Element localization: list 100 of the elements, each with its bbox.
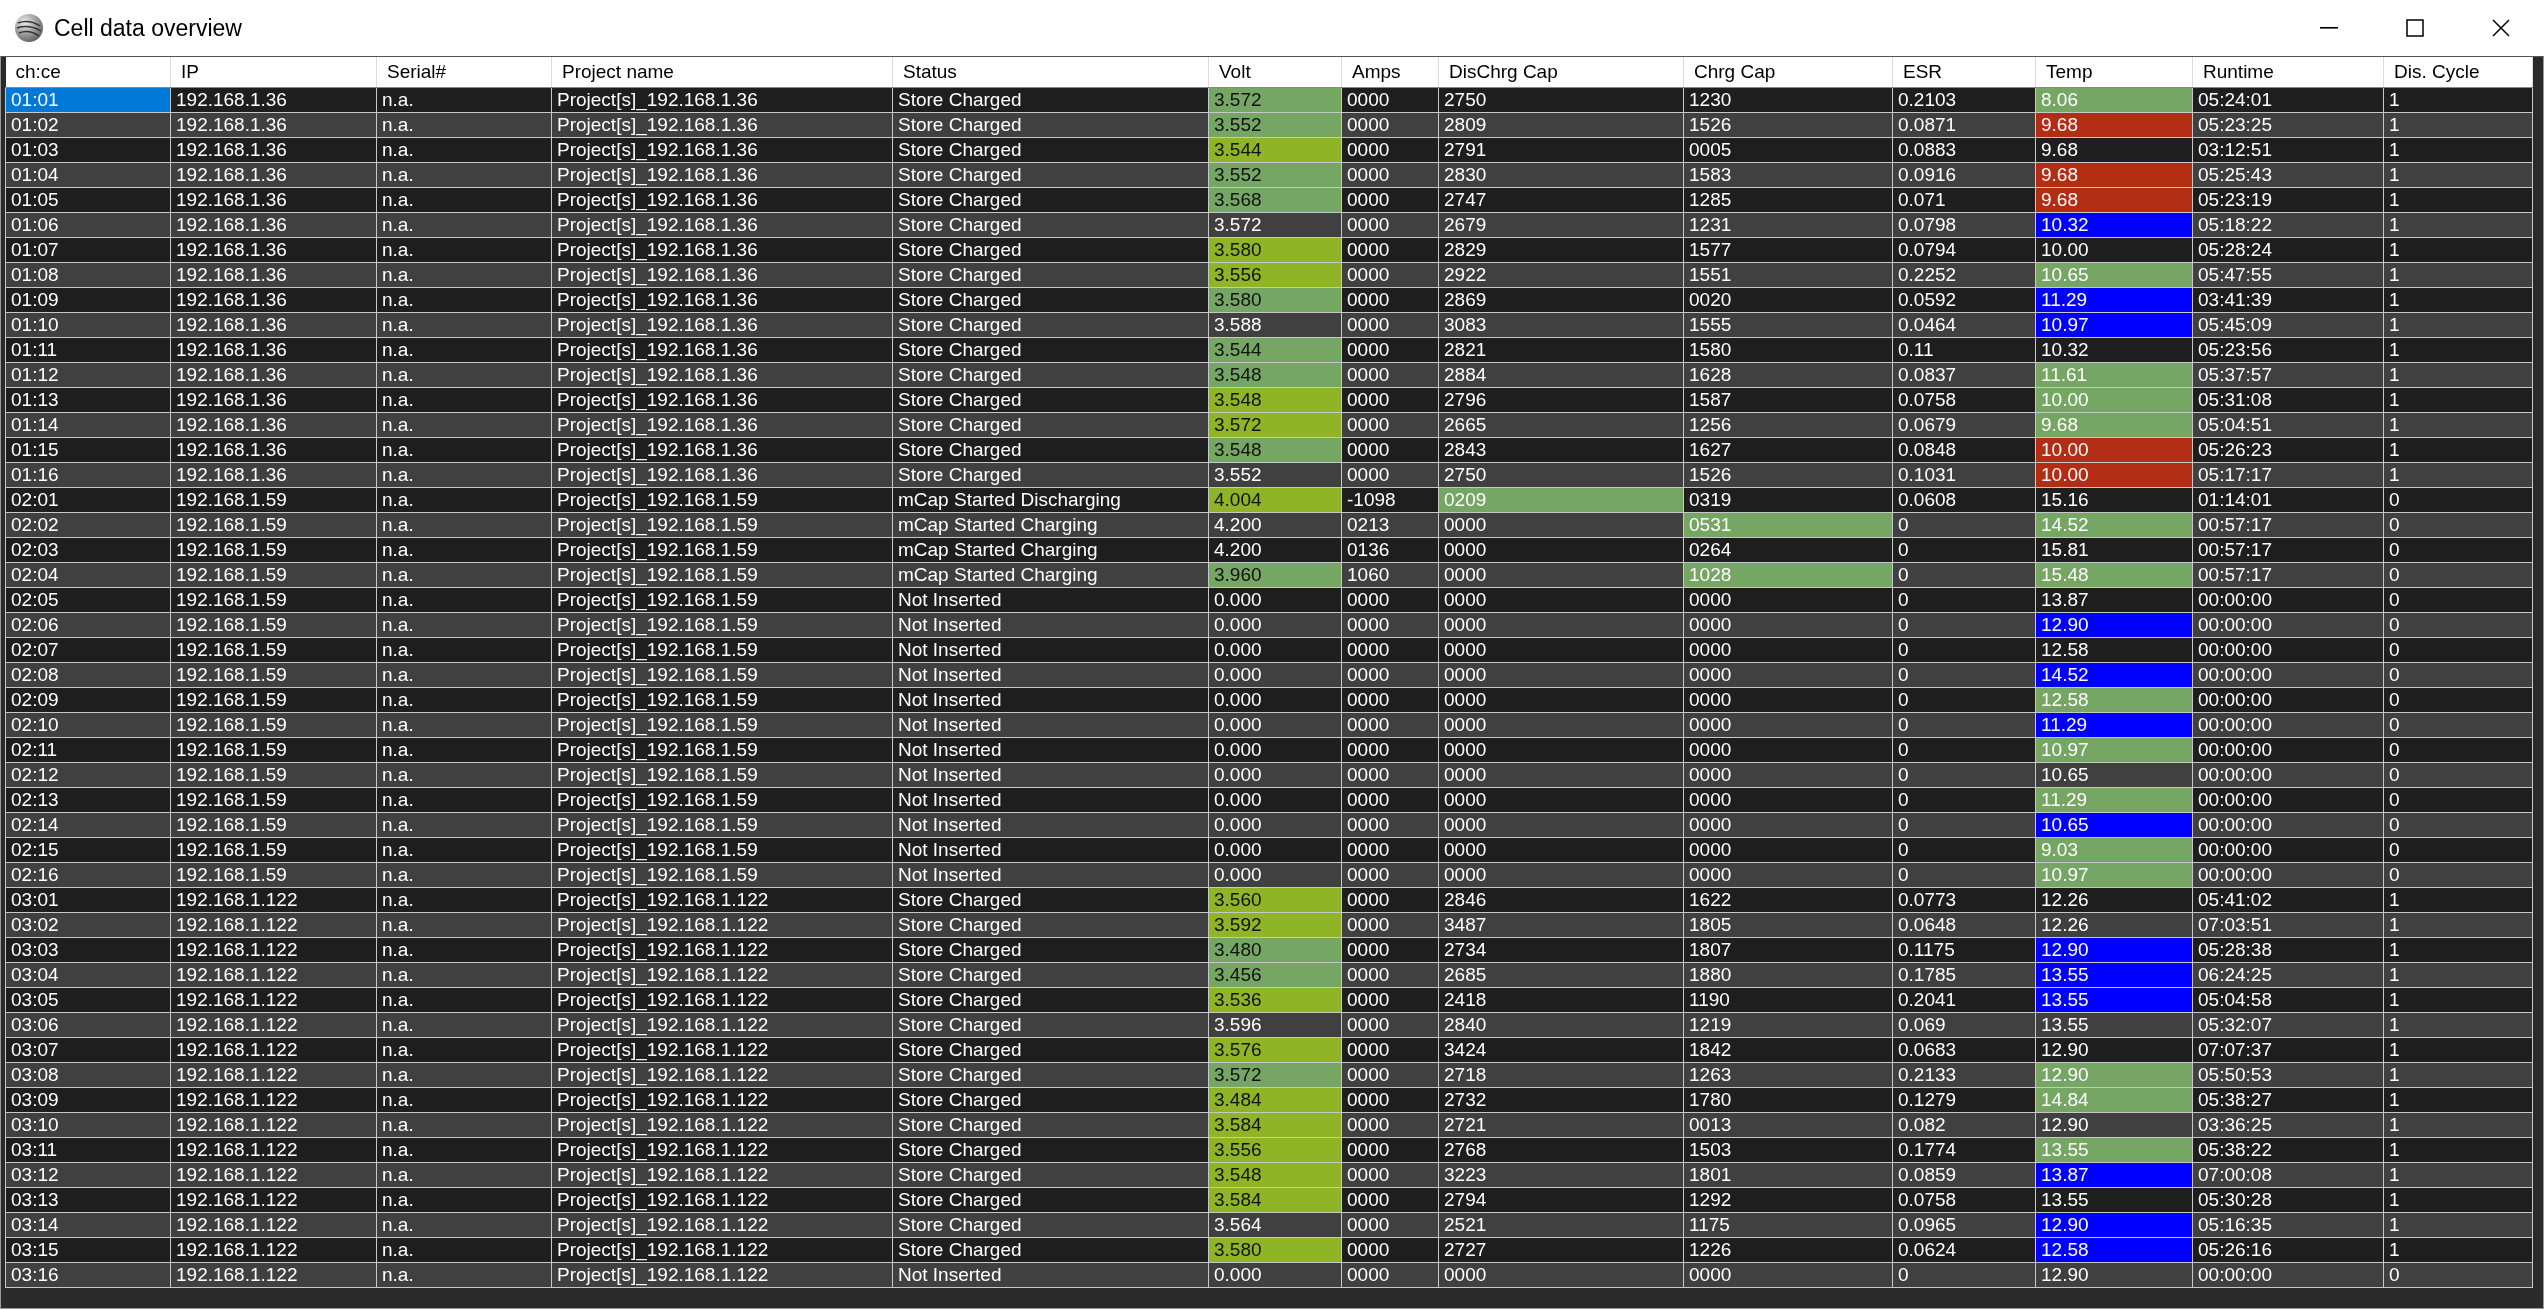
table-cell[interactable]: 02:05 [5,587,171,612]
table-cell: n.a. [376,412,552,437]
column-header[interactable]: DisChrg Cap [1438,57,1684,87]
table-cell: 13.55 [2035,1012,2193,1037]
table-cell: 192.168.1.59 [170,862,377,887]
table-cell[interactable]: 02:01 [5,487,171,512]
column-header[interactable]: Volt [1208,57,1342,87]
table-cell[interactable]: 01:15 [5,437,171,462]
column-header[interactable]: IP [170,57,377,87]
column-header[interactable]: Dis. Cycle [2383,57,2533,87]
column-header[interactable]: ch:ce [5,57,171,87]
table-cell: Project[s]_192.168.1.36 [551,462,893,487]
table-cell: 0.000 [1208,712,1342,737]
table-cell[interactable]: 02:11 [5,737,171,762]
table-cell[interactable]: 03:12 [5,1162,171,1187]
table-cell: Project[s]_192.168.1.59 [551,612,893,637]
table-cell[interactable]: 01:04 [5,162,171,187]
table-cell[interactable]: 03:08 [5,1062,171,1087]
table-cell[interactable]: 03:16 [5,1262,171,1287]
table-cell: n.a. [376,362,552,387]
table-cell: 3.584 [1208,1187,1342,1212]
column-header[interactable]: Temp [2035,57,2193,87]
table-cell[interactable]: 01:13 [5,387,171,412]
table-cell[interactable]: 01:09 [5,287,171,312]
table-cell: Project[s]_192.168.1.36 [551,137,893,162]
table-cell: 1503 [1683,1137,1893,1162]
table-cell[interactable]: 01:11 [5,337,171,362]
table-cell[interactable]: 03:13 [5,1187,171,1212]
table-cell[interactable]: 01:01 [5,87,171,112]
column-header[interactable]: Runtime [2192,57,2384,87]
table-cell[interactable]: 02:15 [5,837,171,862]
table-cell: 192.168.1.36 [170,437,377,462]
table-cell[interactable]: 03:14 [5,1212,171,1237]
table-cell: 3.480 [1208,937,1342,962]
column-header[interactable]: ESR [1892,57,2036,87]
table-cell[interactable]: 02:04 [5,562,171,587]
table-cell: n.a. [376,762,552,787]
table-cell[interactable]: 02:10 [5,712,171,737]
table-cell[interactable]: 01:14 [5,412,171,437]
table-cell: 0 [1892,712,2036,737]
table-cell[interactable]: 02:06 [5,612,171,637]
table-cell: 0000 [1683,812,1893,837]
column-header[interactable]: Serial# [376,57,552,87]
table-cell: Store Charged [892,212,1209,237]
table-cell[interactable]: 03:10 [5,1112,171,1137]
column-header[interactable]: Chrg Cap [1683,57,1893,87]
column-header[interactable]: Project name [551,57,893,87]
table-cell[interactable]: 01:12 [5,362,171,387]
table-cell: 192.168.1.122 [170,1212,377,1237]
table-cell[interactable]: 01:08 [5,262,171,287]
table-cell: 1 [2383,412,2533,437]
table-cell[interactable]: 01:02 [5,112,171,137]
table-cell[interactable]: 03:09 [5,1087,171,1112]
table-cell[interactable]: 02:14 [5,812,171,837]
table-cell[interactable]: 01:05 [5,187,171,212]
table-cell: 1263 [1683,1062,1893,1087]
table-cell: 2750 [1438,462,1684,487]
table-cell[interactable]: 02:12 [5,762,171,787]
table-cell: Project[s]_192.168.1.122 [551,937,893,962]
table-cell: 3.568 [1208,187,1342,212]
table-cell[interactable]: 01:07 [5,237,171,262]
table-cell: 0.2103 [1892,87,2036,112]
table-cell: 0000 [1341,637,1439,662]
table-cell[interactable]: 02:08 [5,662,171,687]
table-cell[interactable]: 02:13 [5,787,171,812]
table-cell[interactable]: 01:16 [5,462,171,487]
table-cell[interactable]: 03:11 [5,1137,171,1162]
table-cell: 0000 [1341,1012,1439,1037]
table-cell[interactable]: 01:06 [5,212,171,237]
table-cell: n.a. [376,837,552,862]
table-cell[interactable]: 02:16 [5,862,171,887]
column-header[interactable]: Status [892,57,1209,87]
table-cell[interactable]: 02:07 [5,637,171,662]
table-cell: n.a. [376,737,552,762]
table-cell[interactable]: 01:10 [5,312,171,337]
table-cell[interactable]: 02:03 [5,537,171,562]
table-cell: 0000 [1683,787,1893,812]
table-cell[interactable]: 03:02 [5,912,171,937]
table-cell[interactable]: 03:15 [5,1237,171,1262]
table-cell: 2679 [1438,212,1684,237]
table-cell: 10.32 [2035,337,2193,362]
table-cell[interactable]: 01:03 [5,137,171,162]
table-cell: 1 [2383,987,2533,1012]
table-cell[interactable]: 03:05 [5,987,171,1012]
table-cell[interactable]: 03:07 [5,1037,171,1062]
table-cell: 1 [2383,87,2533,112]
table-cell[interactable]: 03:06 [5,1012,171,1037]
table-cell: 0000 [1341,412,1439,437]
column-header[interactable]: Amps [1341,57,1439,87]
table-cell[interactable]: 03:01 [5,887,171,912]
table-cell: 1 [2383,212,2533,237]
table-cell[interactable]: 03:04 [5,962,171,987]
table-cell[interactable]: 02:02 [5,512,171,537]
table-cell[interactable]: 02:09 [5,687,171,712]
table-cell: 0.1175 [1892,937,2036,962]
table-cell: 3.552 [1208,162,1342,187]
table-cell: 192.168.1.122 [170,1187,377,1212]
table-cell[interactable]: 03:03 [5,937,171,962]
table-cell: 0.0464 [1892,312,2036,337]
table-cell: 0000 [1683,712,1893,737]
